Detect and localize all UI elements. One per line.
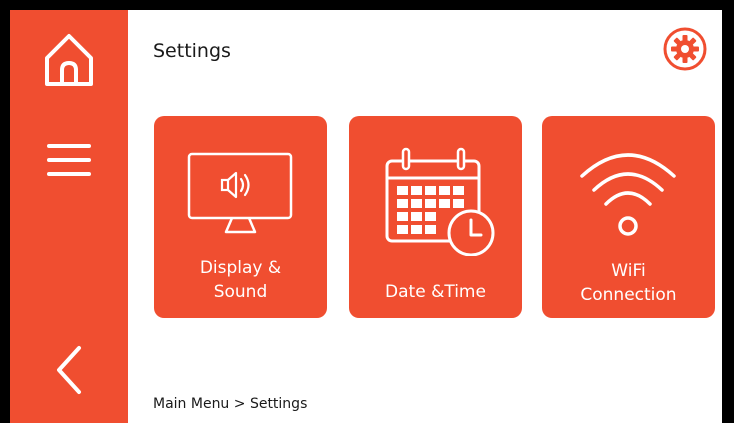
home-button[interactable] xyxy=(10,10,128,110)
breadcrumb: Main Menu > Settings xyxy=(153,396,308,412)
menu-button[interactable] xyxy=(10,120,128,200)
date-time-tile[interactable]: Date &Time xyxy=(349,116,522,318)
chevron-left-icon xyxy=(57,346,81,394)
sidebar xyxy=(10,10,128,423)
settings-button[interactable] xyxy=(662,26,708,72)
date-time-label: Date &Time xyxy=(385,282,486,302)
wifi-connection-tile[interactable]: WiFi Connection xyxy=(542,116,715,318)
monitor-speaker-icon xyxy=(187,152,293,234)
hamburger-menu-icon xyxy=(47,144,91,176)
home-icon xyxy=(45,34,93,86)
settings-screen: Settings Display & Sound Date &Time WiFi… xyxy=(10,10,722,423)
display-sound-label: Display & Sound xyxy=(199,258,282,302)
gear-icon xyxy=(663,27,707,71)
wifi-icon xyxy=(580,153,676,236)
calendar-clock-icon xyxy=(385,147,495,256)
page-title: Settings xyxy=(153,40,231,62)
display-sound-tile[interactable]: Display & Sound xyxy=(154,116,327,318)
back-button[interactable] xyxy=(10,325,128,415)
wifi-connection-label: WiFi Connection xyxy=(580,261,677,305)
